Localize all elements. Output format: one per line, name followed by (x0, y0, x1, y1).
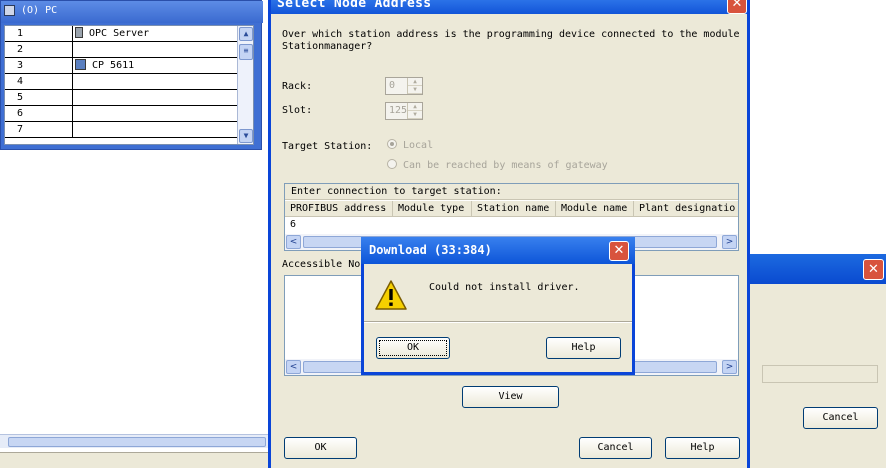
error-message: Could not install driver. (429, 282, 580, 293)
scroll-up-icon[interactable]: ▲ (239, 27, 253, 41)
help-button[interactable]: Help (665, 437, 740, 459)
warning-icon (375, 280, 407, 310)
scroll-right-icon[interactable]: > (722, 360, 737, 374)
background-dialog: ✕ Cancel (748, 254, 886, 468)
radio-local-label: Local (403, 140, 434, 151)
select-node-address-dialog: Select Node Address ✕ Over which station… (268, 0, 750, 468)
spin-up-icon[interactable]: ▲ (408, 103, 422, 111)
station-icon (4, 5, 15, 16)
pc-window-title: (O) PC (21, 5, 58, 16)
rack-stepper[interactable]: 0 ▲ ▼ (385, 77, 423, 95)
slot-number: 1 (5, 26, 73, 42)
slot-name: CP 5611 (92, 60, 135, 71)
pc-window-titlebar[interactable]: (O) PC (1, 1, 263, 23)
error-help-button[interactable]: Help (546, 337, 621, 359)
spin-down-icon[interactable]: ▼ (408, 86, 422, 94)
slot-number: 5 (5, 90, 73, 106)
column-header[interactable]: Module type (393, 201, 472, 217)
opc-server-icon (75, 27, 83, 38)
pc-config-window: (O) PC 1 OPC Server 2 3 CP 5611 4 5 6 7 (0, 0, 263, 150)
dialog-title: Select Node Address (277, 0, 432, 11)
divider (364, 321, 632, 323)
profibus-address-value[interactable]: 6 (290, 219, 296, 230)
table-row[interactable]: 5 (5, 90, 237, 106)
radio-gateway[interactable]: Can be reached by means of gateway (387, 159, 608, 171)
column-headers: PROFIBUS address Module type Station nam… (285, 201, 738, 217)
radio-local[interactable]: Local (387, 139, 433, 151)
table-row[interactable]: 1 OPC Server (5, 26, 237, 42)
target-station-label: Target Station: (282, 141, 373, 152)
table-row[interactable]: 4 (5, 74, 237, 90)
close-icon[interactable]: ✕ (863, 259, 884, 280)
ok-button[interactable]: OK (284, 437, 357, 459)
scroll-right-icon[interactable]: > (722, 235, 737, 249)
radio-selected-icon (387, 139, 397, 149)
rack-label: Rack: (282, 81, 313, 92)
column-header[interactable]: Plant designatio (634, 201, 738, 217)
close-icon[interactable]: ✕ (609, 241, 629, 261)
scroll-thumb[interactable]: ≡ (239, 44, 253, 60)
error-ok-button[interactable]: OK (376, 337, 450, 359)
slot-number: 7 (5, 122, 73, 138)
spin-down-icon[interactable]: ▼ (408, 111, 422, 119)
slot-name: OPC Server (89, 28, 150, 39)
scroll-thumb[interactable] (8, 437, 266, 447)
radio-empty-icon (387, 159, 397, 169)
column-header[interactable]: Station name (472, 201, 556, 217)
slot-number: 2 (5, 42, 73, 58)
cancel-button[interactable]: Cancel (579, 437, 652, 459)
cancel-button[interactable]: Cancel (803, 407, 878, 429)
slot-number: 6 (5, 106, 73, 122)
column-header[interactable]: Module name (556, 201, 634, 217)
spin-up-icon[interactable]: ▲ (408, 78, 422, 86)
column-header[interactable]: PROFIBUS address (285, 201, 393, 217)
background-dialog-titlebar[interactable]: ✕ (748, 254, 886, 284)
scroll-left-icon[interactable]: < (286, 360, 301, 374)
pc-slot-table: 1 OPC Server 2 3 CP 5611 4 5 6 7 ▲ ≡ ▼ (4, 25, 254, 145)
slot-label: Slot: (282, 105, 313, 116)
table-row[interactable]: 2 (5, 42, 237, 58)
slot-stepper[interactable]: 125 ▲ ▼ (385, 102, 423, 120)
accessible-nodes-label: Accessible No (282, 259, 361, 270)
pc-table-scrollbar[interactable]: ▲ ≡ ▼ (237, 26, 253, 144)
close-icon[interactable]: ✕ (727, 0, 747, 14)
slot-number: 4 (5, 74, 73, 90)
slot-value: 125 (389, 105, 408, 116)
status-bar (0, 452, 270, 468)
rack-value: 0 (389, 80, 396, 91)
table-row[interactable]: 7 (5, 122, 237, 138)
table-row[interactable]: 6 (5, 106, 237, 122)
error-dialog-title: Download (33:384) (369, 243, 492, 257)
cp-module-icon (75, 59, 86, 70)
error-dialog-titlebar[interactable]: Download (33:384) ✕ (361, 237, 635, 264)
left-horizontal-scrollbar[interactable] (0, 434, 270, 448)
scroll-left-icon[interactable]: < (286, 235, 301, 249)
table-row[interactable]: 3 CP 5611 (5, 58, 237, 74)
radio-gateway-label: Can be reached by means of gateway (403, 160, 608, 171)
question-text: Over which station address is the progra… (282, 29, 740, 52)
slot-number: 3 (5, 58, 73, 74)
dialog-titlebar[interactable]: Select Node Address ✕ (271, 0, 747, 14)
view-button[interactable]: View (462, 386, 559, 408)
connection-header: Enter connection to target station: (285, 184, 738, 200)
background-field (762, 365, 878, 383)
download-error-dialog: Download (33:384) ✕ Could not install dr… (361, 237, 635, 375)
scroll-down-icon[interactable]: ▼ (239, 129, 253, 143)
